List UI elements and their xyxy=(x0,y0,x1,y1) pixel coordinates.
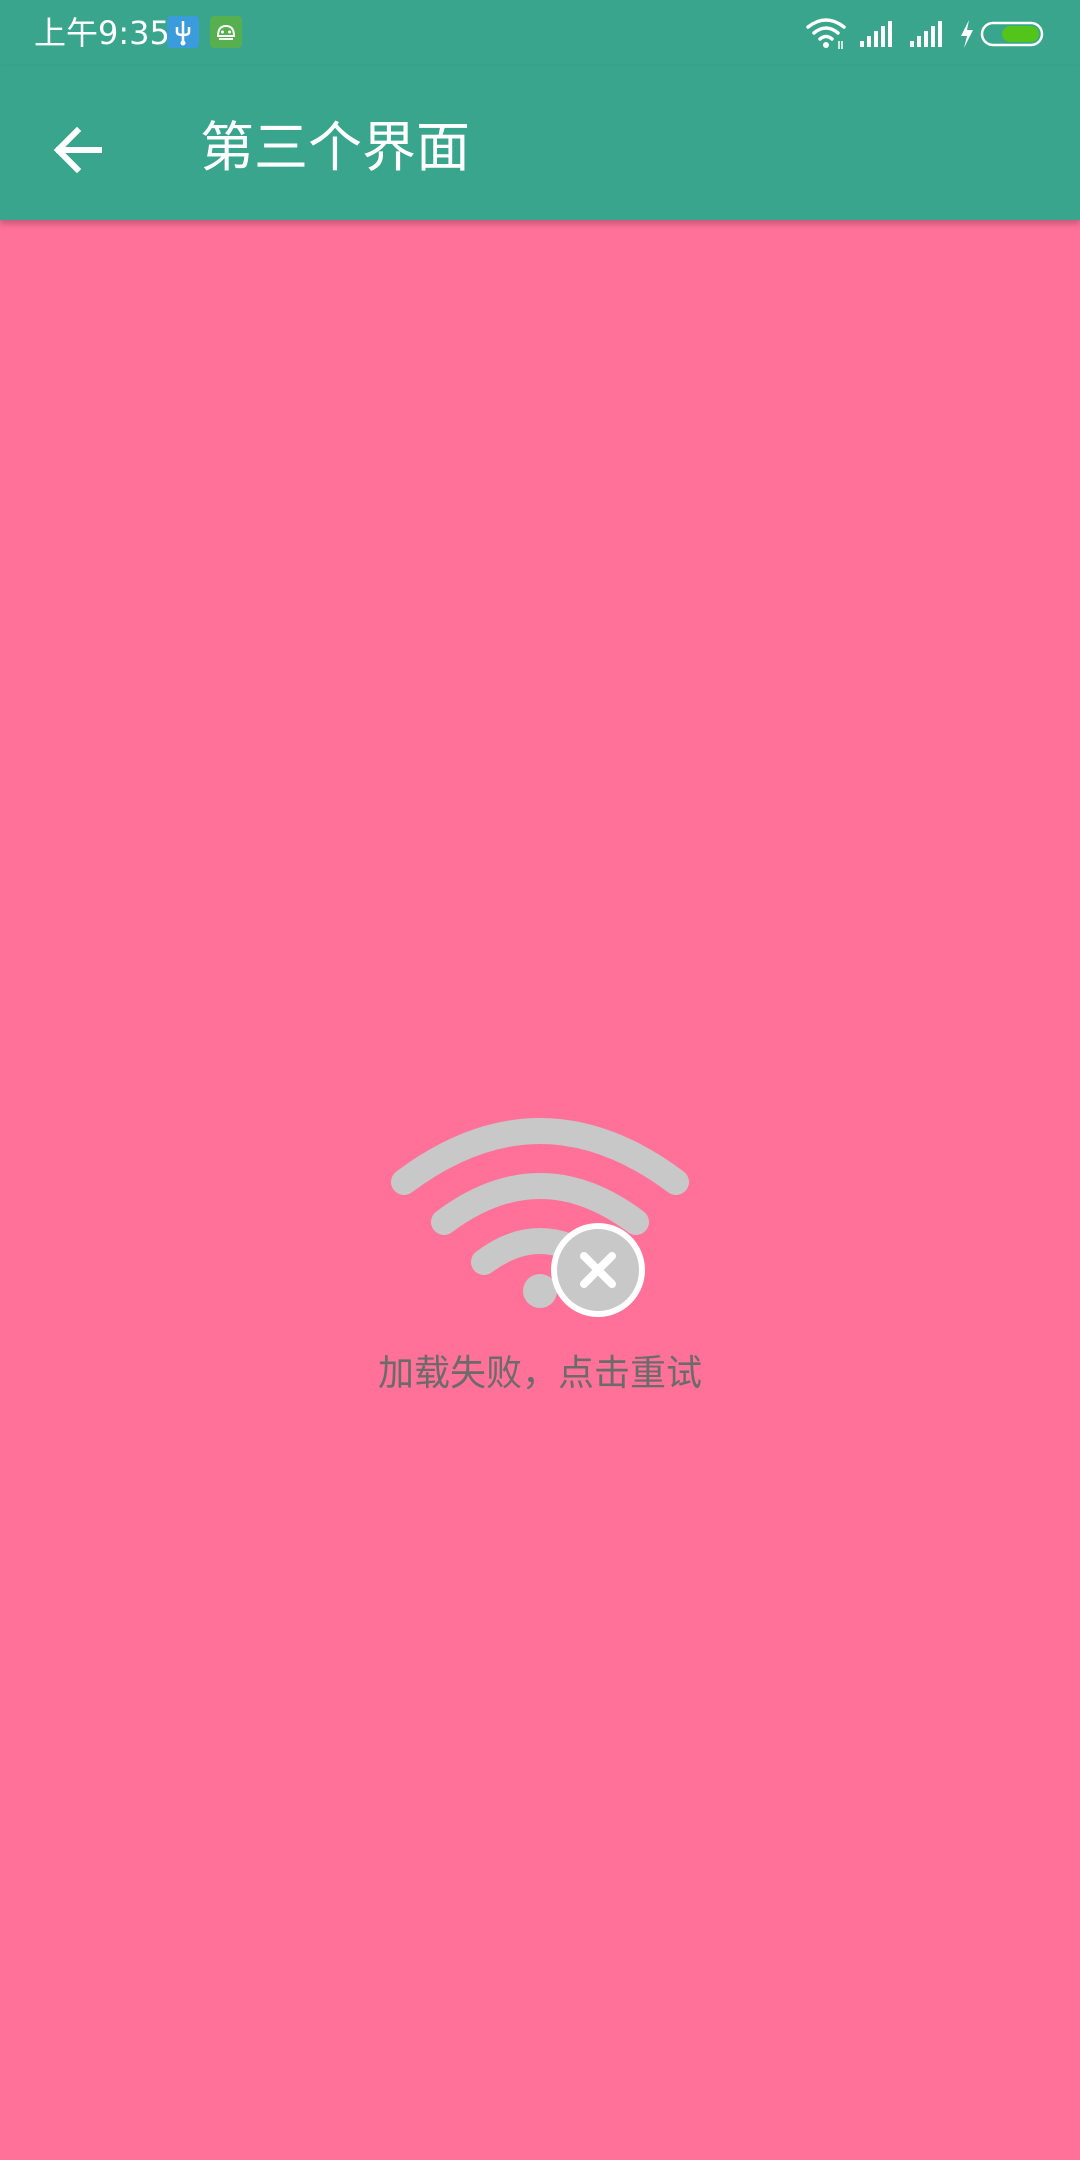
screen: 上午9:35 第三个界面 加载失败，点击重试 xyxy=(0,0,1080,2160)
charging-icon xyxy=(961,20,973,48)
android-icon xyxy=(210,16,242,48)
cellular-signal-icon xyxy=(910,21,942,47)
back-button[interactable] xyxy=(38,114,118,186)
battery-icon xyxy=(980,21,1044,47)
page-title: 第三个界面 xyxy=(200,116,470,179)
usb-icon xyxy=(167,16,199,48)
wifi-off-icon xyxy=(391,1118,689,1317)
retry-area[interactable]: 加载失败，点击重试 xyxy=(340,1110,740,1420)
status-bar: 上午9:35 xyxy=(0,0,1080,66)
cellular-signal-icon xyxy=(860,21,892,47)
arrow-back-icon xyxy=(53,126,102,174)
wifi-icon xyxy=(806,18,846,49)
status-time: 上午9:35 xyxy=(34,14,170,52)
app-bar: 第三个界面 xyxy=(0,66,1080,220)
retry-text: 加载失败，点击重试 xyxy=(377,1353,702,1394)
